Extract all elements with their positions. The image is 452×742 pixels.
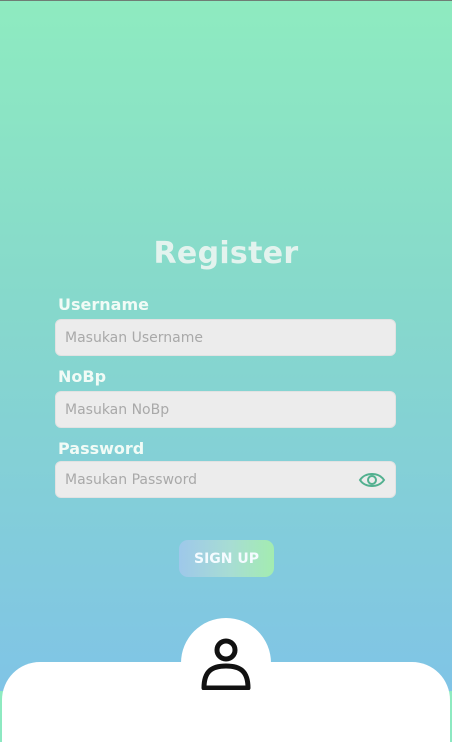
page-title: Register (153, 236, 299, 271)
password-input[interactable] (56, 462, 345, 497)
user-icon (201, 638, 251, 690)
nobp-label: NoBp (58, 367, 107, 386)
nobp-field (55, 391, 396, 428)
top-divider (0, 0, 452, 1)
password-label: Password (58, 439, 145, 458)
avatar[interactable] (181, 618, 271, 708)
username-label: Username (58, 295, 149, 314)
sign-up-button[interactable]: SIGN UP (179, 540, 274, 577)
username-field (55, 319, 396, 356)
nobp-input[interactable] (56, 392, 345, 427)
username-input[interactable] (56, 320, 345, 355)
password-field (55, 461, 396, 498)
eye-icon[interactable] (358, 468, 386, 492)
